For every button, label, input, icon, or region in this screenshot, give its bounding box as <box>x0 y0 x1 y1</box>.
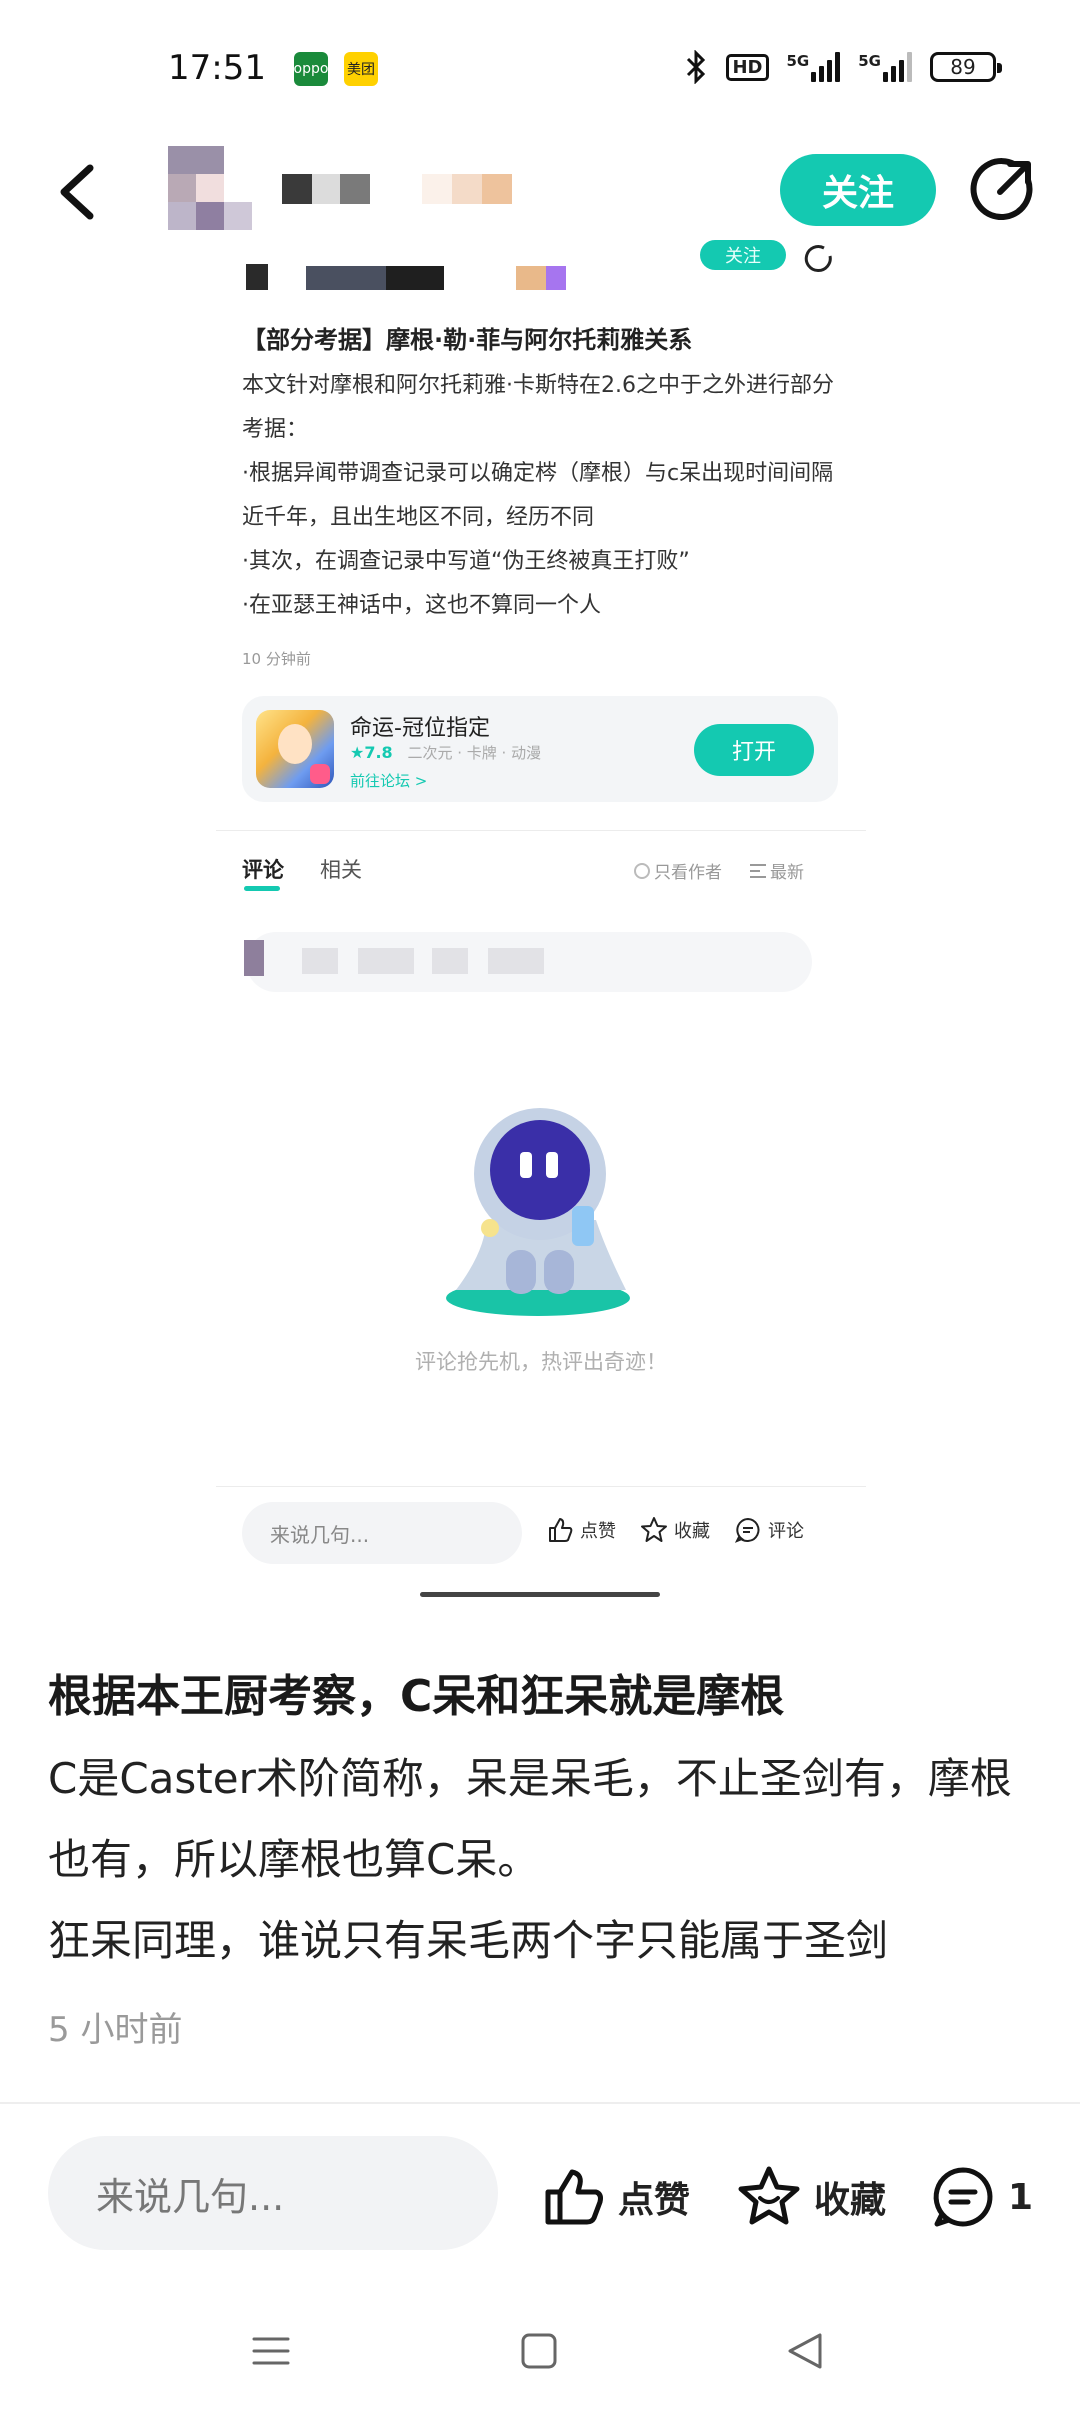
embedded-post-body: 本文针对摩根和阿尔托莉雅·卡斯特在2.6之中于之外进行部分考据： ·根据异闻带调… <box>242 364 842 628</box>
status-indicators: HD 5G 5G 89 <box>684 50 1002 84</box>
star-icon <box>738 2166 800 2225</box>
comment-icon <box>933 2167 993 2227</box>
radio-icon <box>634 862 650 879</box>
oppo-app-icon: oppo <box>294 52 328 86</box>
hd-icon: HD <box>726 53 769 81</box>
back-arrow-icon[interactable] <box>50 162 110 222</box>
embedded-post-time: 10 分钟前 <box>242 650 311 668</box>
comment-icon <box>734 1517 760 1543</box>
embedded-post-title: 【部分考据】摩根·勒·菲与阿尔托莉雅关系 <box>242 326 693 354</box>
blurred-comment-input <box>244 932 812 992</box>
meituan-app-icon: 美团 <box>344 52 378 86</box>
sort-latest: 最新 <box>750 858 804 883</box>
tab-related: 相关 <box>320 858 362 882</box>
app-meta: ★7.8 二次元 · 卡牌 · 动漫 <box>350 742 541 763</box>
star-icon <box>641 1517 667 1542</box>
embedded-post-paragraph: ·在亚瑟王神话中，这也不算同一个人 <box>242 593 601 618</box>
only-author-toggle: 只看作者 <box>634 858 722 883</box>
embedded-post-paragraph: 本文针对摩根和阿尔托莉雅·卡斯特在2.6之中于之外进行部分考据： <box>242 373 834 442</box>
embedded-divider <box>216 830 866 831</box>
tab-underline <box>244 886 280 891</box>
embedded-home-indicator <box>420 1592 660 1597</box>
username-blurred <box>282 174 512 204</box>
embedded-tabs: 评论 相关 只看作者 最新 <box>242 854 842 894</box>
tab-comments: 评论 <box>242 858 284 882</box>
home-icon[interactable] <box>514 2326 564 2376</box>
comment-paragraph: C是Caster术阶简称，呆是呆毛，不止圣剑有，摩根也有，所以摩根也算C呆。 <box>48 1754 1012 1884</box>
comment-title: 根据本王厨考察，C呆和狂呆就是摩根 <box>48 1671 785 1722</box>
embedded-screenshot: 关注 【部分考据】摩根·勒·菲与阿尔托莉雅关系 本文针对摩根和阿尔托莉雅·卡斯特… <box>216 240 866 1600</box>
like-label: 点赞 <box>618 2180 691 2221</box>
embedded-like-action: 点赞 <box>546 1516 616 1544</box>
favorite-button[interactable]: 收藏 <box>736 2164 886 2230</box>
embedded-follow-button: 关注 <box>700 240 786 270</box>
comment-body: C是Caster术阶简称，呆是呆毛，不止圣剑有，摩根也有，所以摩根也算C呆。 狂… <box>48 1738 1038 1981</box>
embedded-comment-input: 来说几句... <box>242 1502 522 1564</box>
game-app-icon <box>256 710 334 788</box>
like-button[interactable]: 点赞 <box>540 2164 690 2230</box>
top-nav: 关注 <box>0 140 1080 240</box>
embedded-action-bar: 点赞 收藏 评论 <box>546 1516 804 1544</box>
avatar[interactable] <box>168 146 252 230</box>
comment-count: 1 <box>1008 2176 1034 2218</box>
embedded-app-card: 命运-冠位指定 ★7.8 二次元 · 卡牌 · 动漫 前往论坛 > 打开 <box>242 696 838 802</box>
app-tags: 二次元 · 卡牌 · 动漫 <box>407 744 542 762</box>
bottom-action-bar: 来说几句... 点赞 收藏 1 <box>0 2104 1080 2274</box>
reply-input[interactable]: 来说几句... <box>48 2136 498 2250</box>
app-name: 命运-冠位指定 <box>350 716 490 741</box>
embedded-post-paragraph: ·其次，在调查记录中写道“伪王终被真王打败” <box>242 549 690 574</box>
app-rating: ★7.8 <box>350 743 393 762</box>
embedded-favorite-action: 收藏 <box>640 1516 710 1544</box>
status-time: 17:51 <box>168 48 266 88</box>
empty-comments-message: 评论抢先机，热评出奇迹！ <box>415 1350 667 1374</box>
comment-paragraph: 狂呆同理，谁说只有呆毛两个字只能属于圣剑 <box>48 1916 889 1965</box>
back-triangle-icon[interactable] <box>780 2326 830 2376</box>
mascot-illustration <box>446 1108 630 1316</box>
share-icon[interactable] <box>970 156 1036 222</box>
embedded-post-paragraph: ·根据异闻带调查记录可以确定梣（摩根）与c呆出现时间间隔近千年，且出生地区不同，… <box>242 461 834 530</box>
embedded-bottom-divider <box>216 1486 866 1487</box>
comment-button[interactable]: 1 <box>930 2164 1033 2230</box>
battery-icon: 89 <box>930 52 1002 82</box>
like-icon <box>549 1518 573 1542</box>
bluetooth-icon <box>687 50 706 84</box>
app-forum-link: 前往论坛 > <box>350 772 428 790</box>
embedded-share-icon <box>804 245 832 272</box>
app-open-button: 打开 <box>694 724 814 776</box>
menu-icon[interactable] <box>246 2326 296 2376</box>
embedded-comment-action: 评论 <box>734 1516 804 1544</box>
comment-time: 5 小时前 <box>48 2010 183 2050</box>
status-bar: 17:51 oppo 美团 HD 5G 5G 89 <box>0 0 1080 140</box>
system-nav-bar <box>0 2290 1080 2412</box>
signal-icon-1: 5G <box>787 52 841 82</box>
follow-button[interactable]: 关注 <box>780 154 936 226</box>
signal-icon-2: 5G <box>858 52 912 82</box>
favorite-label: 收藏 <box>814 2180 887 2221</box>
sort-icon <box>750 863 766 878</box>
like-icon <box>545 2169 603 2225</box>
